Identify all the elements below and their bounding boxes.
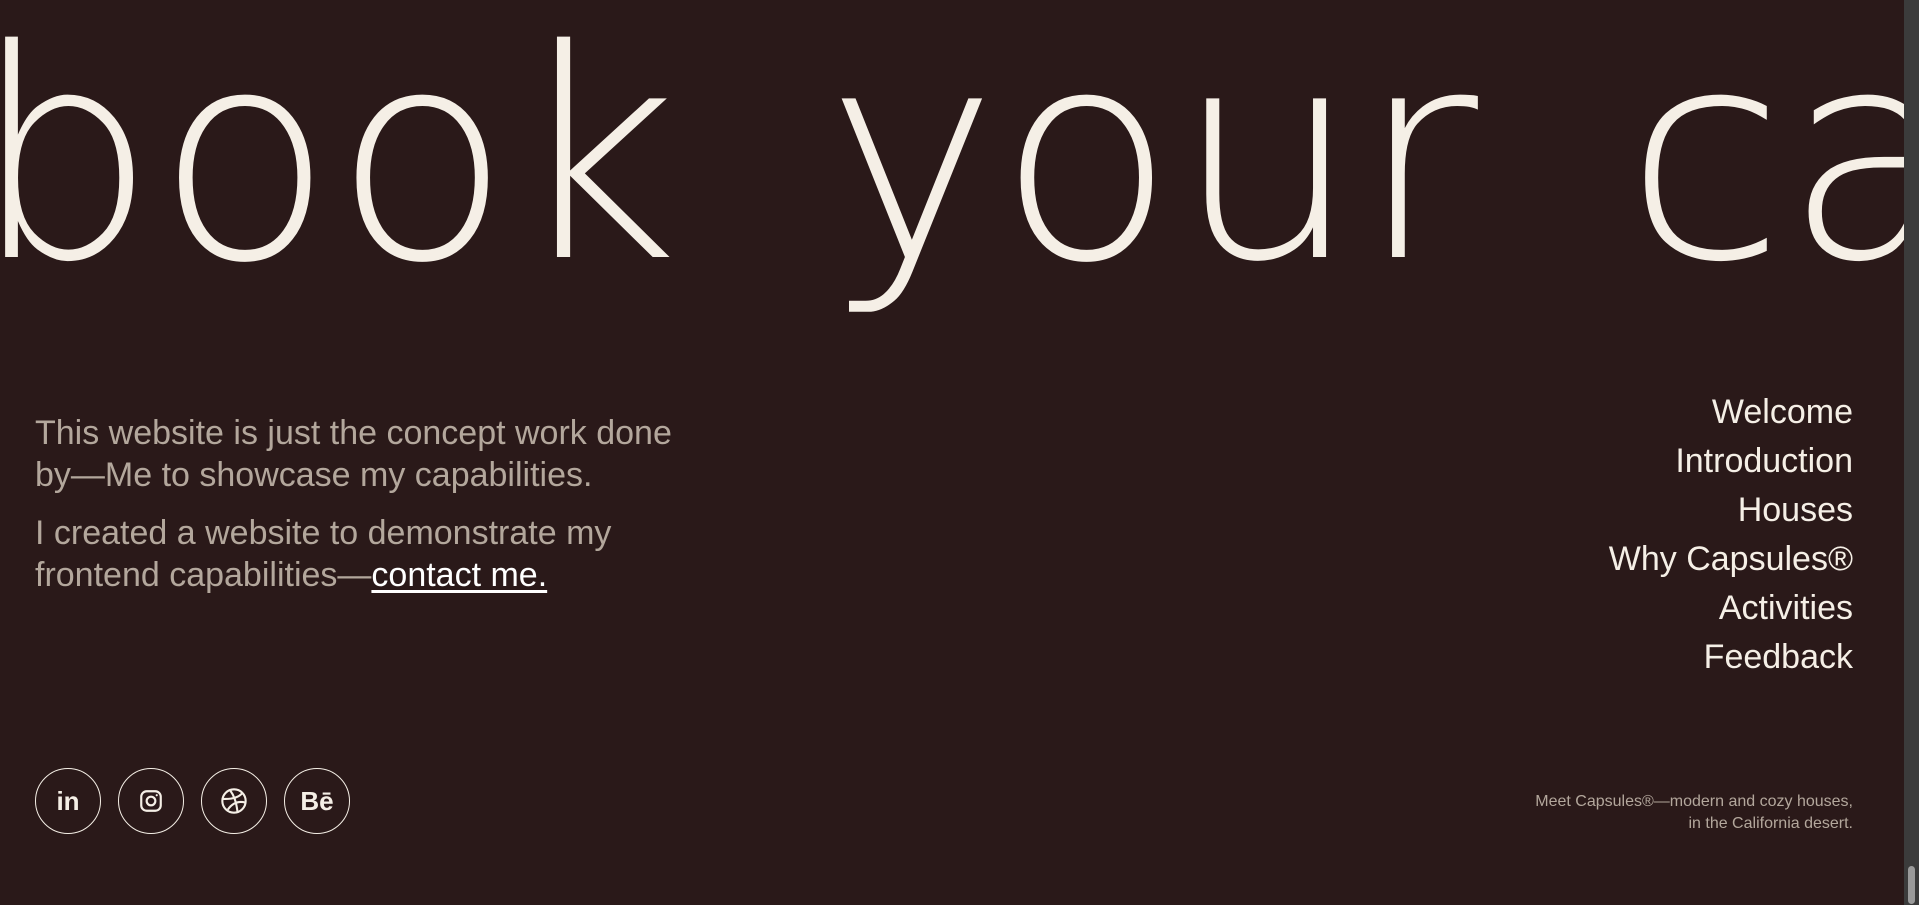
page-scrollbar[interactable] <box>1904 0 1919 905</box>
instagram-icon <box>140 790 162 812</box>
behance-icon: Bē <box>300 785 334 816</box>
about-section: This website is just the concept work do… <box>35 412 695 612</box>
page: book your capsul This website is just th… <box>0 0 1904 905</box>
tagline-line-2: in the California desert. <box>1688 815 1853 832</box>
nav-item-welcome[interactable]: Welcome <box>1609 388 1853 437</box>
nav-item-why-capsules[interactable]: Why Capsules® <box>1609 535 1853 584</box>
linkedin-icon: in <box>56 785 80 816</box>
scrollbar-thumb[interactable] <box>1908 866 1915 904</box>
dribbble-icon <box>221 788 247 814</box>
about-paragraph-1: This website is just the concept work do… <box>35 414 672 494</box>
about-paragraph-2: I created a website to demonstrate my fr… <box>35 512 695 596</box>
tagline-line-1: Meet Capsules®—modern and cozy houses, <box>1535 793 1853 810</box>
behance-button[interactable]: Bē <box>284 768 350 834</box>
footer-tagline: Meet Capsules®—modern and cozy houses, i… <box>1535 791 1853 835</box>
hero-marquee-text: book your capsul <box>0 0 1904 326</box>
footer-nav: Welcome Introduction Houses Why Capsules… <box>1609 388 1853 682</box>
nav-item-houses[interactable]: Houses <box>1609 486 1853 535</box>
dribbble-button[interactable] <box>201 768 267 834</box>
nav-item-introduction[interactable]: Introduction <box>1609 437 1853 486</box>
instagram-button[interactable] <box>118 768 184 834</box>
contact-me-link[interactable]: contact me. <box>371 556 547 594</box>
linkedin-button[interactable]: in <box>35 768 101 834</box>
nav-item-activities[interactable]: Activities <box>1609 584 1853 633</box>
nav-item-feedback[interactable]: Feedback <box>1609 633 1853 682</box>
social-links: in Bē <box>35 768 350 834</box>
